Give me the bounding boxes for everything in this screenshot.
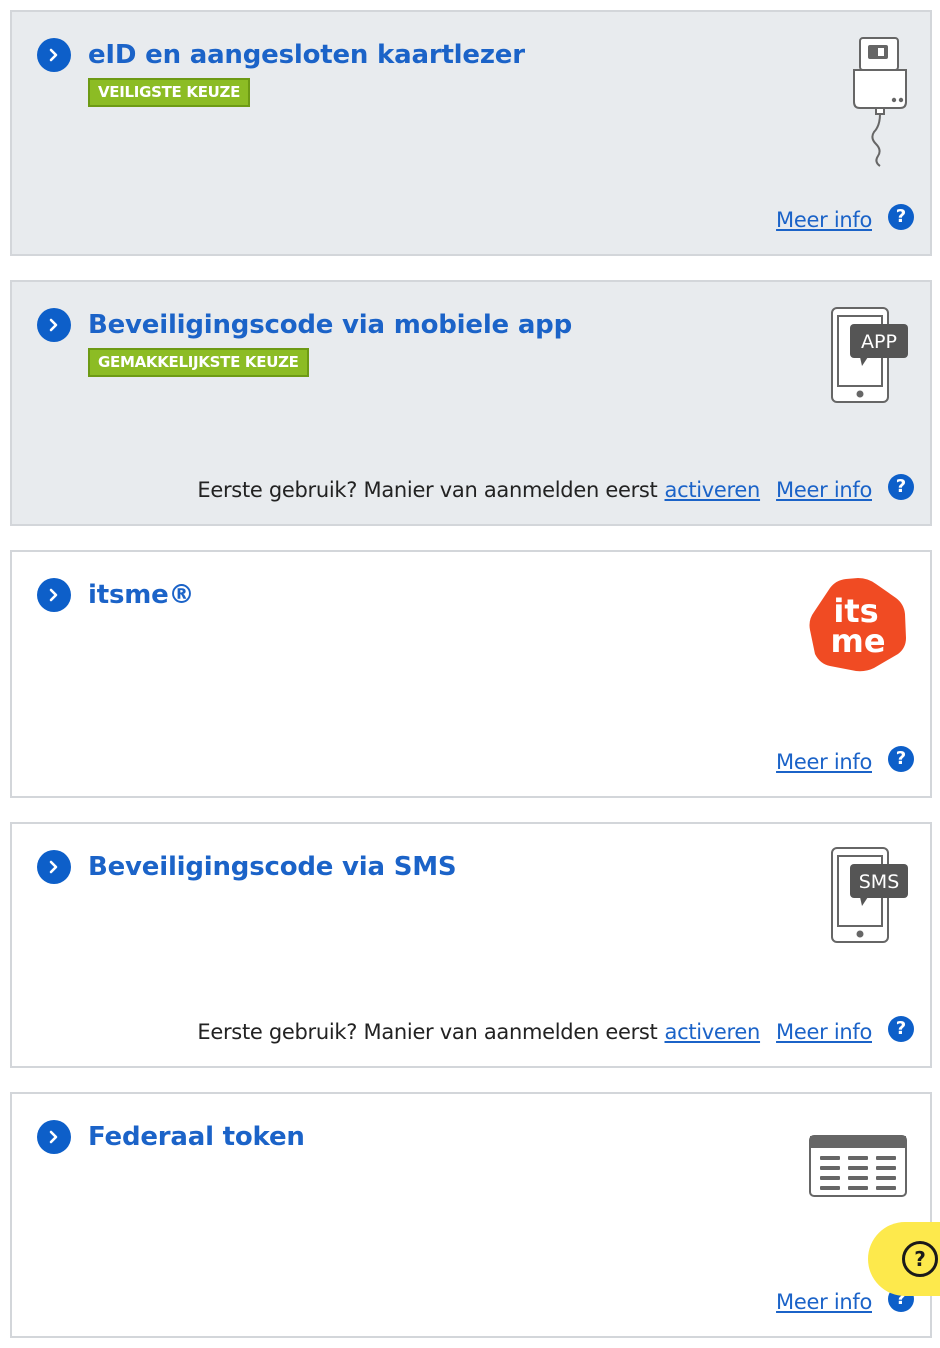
first-use-text: Eerste gebruik? Manier van aanmelden eer… bbox=[197, 478, 658, 502]
login-option-federal-token[interactable]: Federaal token Meer info ? bbox=[10, 1092, 932, 1338]
itsme-logo: its me bbox=[809, 578, 906, 672]
more-info-link[interactable]: Meer info bbox=[776, 208, 872, 232]
phone-sms-label: SMS bbox=[859, 871, 900, 893]
first-use-text: Eerste gebruik? Manier van aanmelden eer… bbox=[197, 1020, 658, 1044]
option-title: itsme® bbox=[88, 580, 195, 610]
option-title: Beveiligingscode via mobiele app bbox=[88, 310, 572, 340]
chevron-right-icon bbox=[37, 308, 71, 342]
activate-link[interactable]: activeren bbox=[665, 478, 761, 502]
phone-sms-icon: SMS bbox=[831, 847, 908, 943]
login-option-itsme[interactable]: itsme® its me Meer info ? bbox=[10, 550, 932, 798]
login-option-sms[interactable]: Beveiligingscode via SMS SMS Eerste gebr… bbox=[10, 822, 932, 1068]
easiest-choice-badge: GEMAKKELIJKSTE KEUZE bbox=[88, 348, 309, 377]
activate-link[interactable]: activeren bbox=[665, 1020, 761, 1044]
chevron-right-icon bbox=[37, 850, 71, 884]
itsme-logo-bottom: me bbox=[830, 622, 885, 660]
option-title: Beveiligingscode via SMS bbox=[88, 852, 457, 882]
phone-app-label: APP bbox=[861, 331, 897, 353]
login-option-mobile-app[interactable]: Beveiligingscode via mobiele app GEMAKKE… bbox=[10, 280, 932, 526]
more-info-link[interactable]: Meer info bbox=[776, 750, 872, 774]
question-mark-icon: ? bbox=[902, 1241, 938, 1277]
login-option-eid[interactable]: eID en aangesloten kaartlezer VEILIGSTE … bbox=[10, 10, 932, 256]
chevron-right-icon bbox=[37, 1120, 71, 1154]
help-icon[interactable]: ? bbox=[888, 204, 914, 230]
more-info-link[interactable]: Meer info bbox=[776, 1290, 872, 1314]
chevron-right-icon bbox=[37, 38, 71, 72]
card-reader-icon bbox=[853, 37, 907, 167]
chevron-right-icon bbox=[37, 578, 71, 612]
safest-choice-badge: VEILIGSTE KEUZE bbox=[88, 78, 251, 107]
option-title: eID en aangesloten kaartlezer bbox=[88, 40, 525, 70]
more-info-link[interactable]: Meer info bbox=[776, 478, 872, 502]
help-widget-button[interactable]: ? bbox=[868, 1222, 940, 1296]
token-card-icon bbox=[809, 1135, 907, 1197]
help-icon[interactable]: ? bbox=[888, 746, 914, 772]
help-icon[interactable]: ? bbox=[888, 1016, 914, 1042]
phone-app-icon: APP bbox=[831, 307, 908, 403]
more-info-link[interactable]: Meer info bbox=[776, 1020, 872, 1044]
option-title: Federaal token bbox=[88, 1122, 305, 1152]
help-icon[interactable]: ? bbox=[888, 474, 914, 500]
